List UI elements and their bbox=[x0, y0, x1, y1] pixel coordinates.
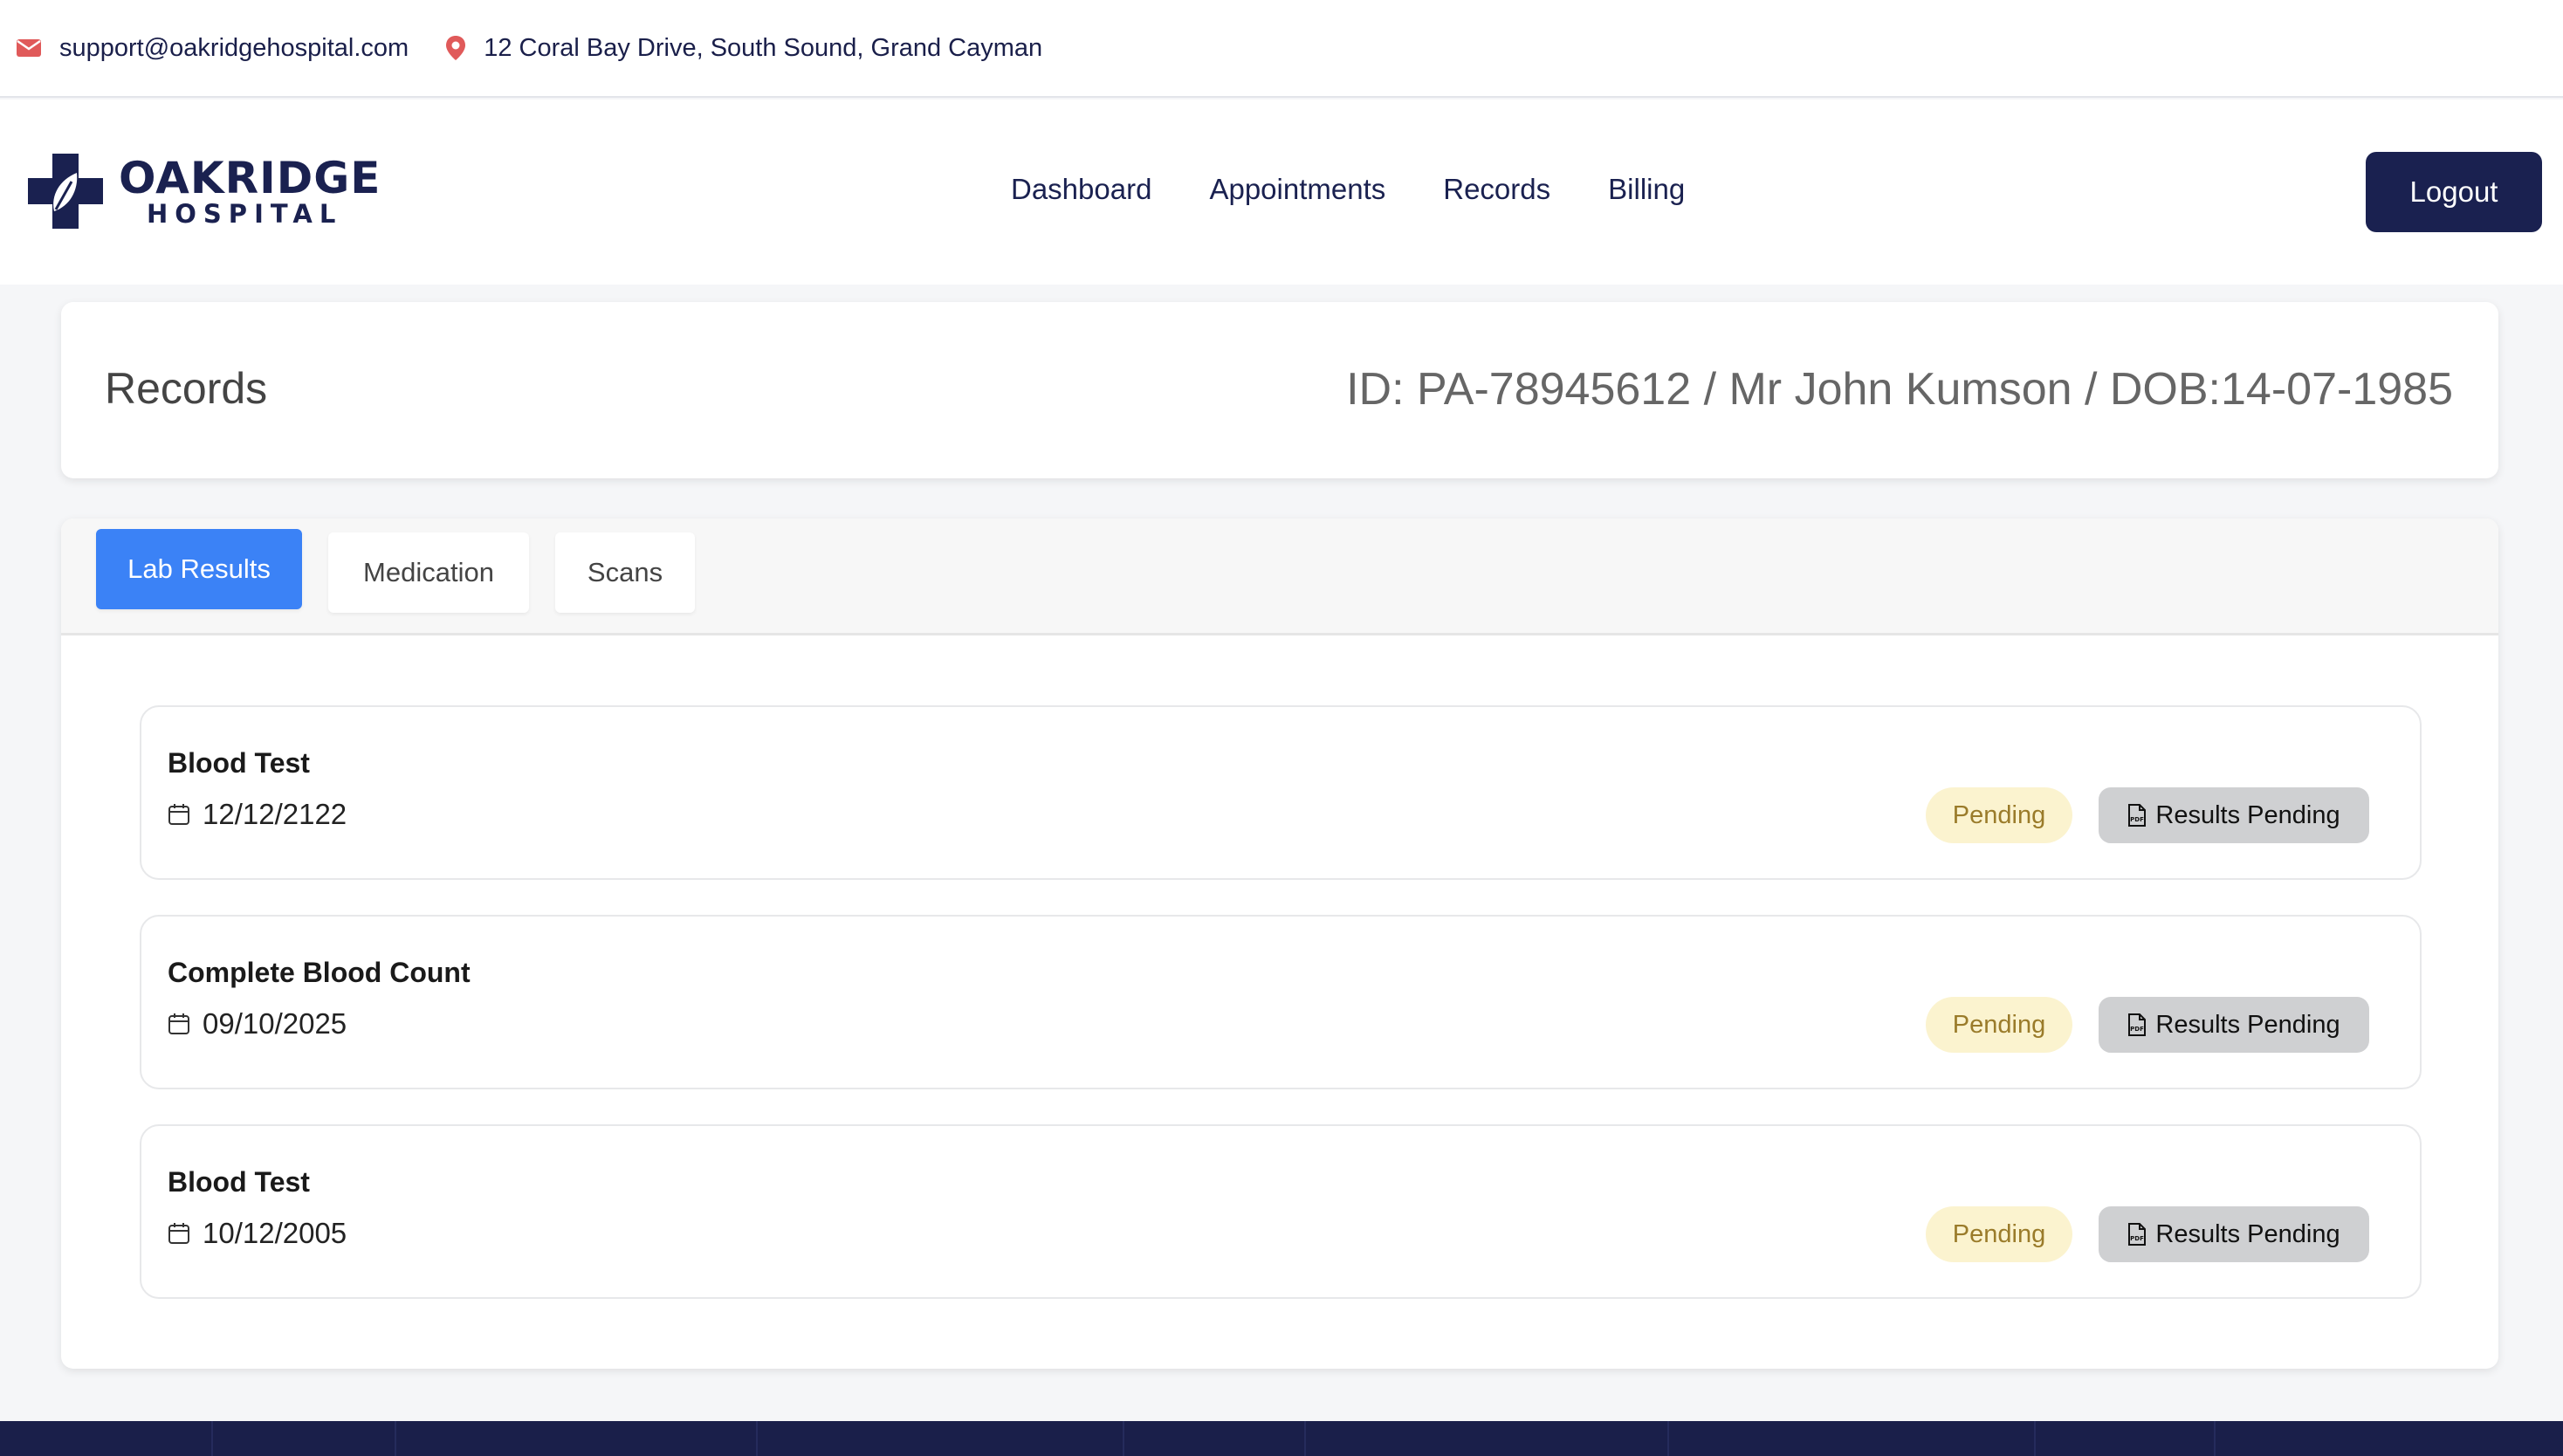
contact-address: 12 Coral Bay Drive, South Sound, Grand C… bbox=[445, 34, 1042, 63]
results-pending-button[interactable]: PDF Results Pending bbox=[2099, 787, 2369, 843]
footer-divider bbox=[2034, 1421, 2036, 1456]
map-pin-icon bbox=[446, 36, 466, 60]
record-date: 12/12/2122 bbox=[168, 798, 347, 831]
hospital-logo[interactable]: OAKRIDGE HOSPITAL bbox=[28, 154, 381, 229]
results-pending-label: Results Pending bbox=[2155, 1219, 2340, 1248]
nav-dashboard[interactable]: Dashboard bbox=[1011, 173, 1151, 206]
contact-bar: support@oakridgehospital.com 12 Coral Ba… bbox=[0, 0, 2563, 98]
record-title: Blood Test bbox=[168, 747, 310, 779]
page-title: Records bbox=[105, 364, 268, 413]
record-item: Blood Test 12/12/2122 Pending PDF Result… bbox=[140, 705, 2422, 880]
contact-address-text: 12 Coral Bay Drive, South Sound, Grand C… bbox=[484, 33, 1043, 62]
results-pending-label: Results Pending bbox=[2155, 800, 2340, 829]
results-pending-button[interactable]: PDF Results Pending bbox=[2099, 1206, 2369, 1262]
brand-name: OAKRIDGE bbox=[119, 152, 381, 203]
logout-button[interactable]: Logout bbox=[2366, 152, 2542, 232]
record-item: Blood Test 10/12/2005 Pending PDF Result… bbox=[140, 1124, 2422, 1299]
envelope-icon bbox=[17, 39, 41, 57]
footer-divider bbox=[756, 1421, 758, 1456]
record-title: Blood Test bbox=[168, 1166, 310, 1198]
footer-divider bbox=[1304, 1421, 1306, 1456]
tab-lab-results[interactable]: Lab Results bbox=[96, 529, 302, 609]
tab-scans[interactable]: Scans bbox=[555, 532, 695, 613]
nav-appointments[interactable]: Appointments bbox=[1209, 173, 1385, 206]
status-badge: Pending bbox=[1926, 1206, 2072, 1262]
nav-records[interactable]: Records bbox=[1443, 173, 1550, 206]
record-item: Complete Blood Count 09/10/2025 Pending … bbox=[140, 915, 2422, 1089]
main-navbar: OAKRIDGE HOSPITAL Dashboard Appointments… bbox=[0, 100, 2563, 285]
pdf-file-icon: PDF bbox=[2128, 804, 2147, 827]
record-date-text: 12/12/2122 bbox=[203, 798, 347, 830]
svg-text:PDF: PDF bbox=[2131, 1235, 2145, 1242]
contact-email[interactable]: support@oakridgehospital.com bbox=[16, 34, 409, 63]
footer-divider bbox=[395, 1421, 396, 1456]
brand-sub: HOSPITAL bbox=[147, 198, 343, 229]
tab-medication[interactable]: Medication bbox=[328, 532, 529, 613]
nav-billing[interactable]: Billing bbox=[1608, 173, 1685, 206]
svg-text:PDF: PDF bbox=[2131, 1026, 2145, 1033]
record-tabs: Lab Results Medication Scans bbox=[61, 519, 2498, 635]
footer-divider bbox=[211, 1421, 213, 1456]
svg-text:PDF: PDF bbox=[2131, 816, 2145, 823]
pdf-file-icon: PDF bbox=[2128, 1223, 2147, 1246]
footer-divider bbox=[1667, 1421, 1669, 1456]
status-badge: Pending bbox=[1926, 787, 2072, 843]
contact-email-text: support@oakridgehospital.com bbox=[59, 33, 409, 62]
footer-divider bbox=[1123, 1421, 1124, 1456]
results-pending-button[interactable]: PDF Results Pending bbox=[2099, 997, 2369, 1053]
calendar-icon bbox=[168, 1223, 189, 1244]
footer-divider bbox=[2214, 1421, 2216, 1456]
record-title: Complete Blood Count bbox=[168, 957, 471, 988]
status-badge: Pending bbox=[1926, 997, 2072, 1053]
record-date-text: 10/12/2005 bbox=[203, 1217, 347, 1249]
calendar-icon bbox=[168, 804, 189, 825]
page-footer bbox=[0, 1421, 2563, 1456]
record-date-text: 09/10/2025 bbox=[203, 1007, 347, 1040]
patient-info: ID: PA-78945612 / Mr John Kumson / DOB:1… bbox=[1346, 364, 2453, 415]
records-header-card: Records ID: PA-78945612 / Mr John Kumson… bbox=[61, 302, 2498, 478]
calendar-icon bbox=[168, 1013, 189, 1034]
record-date: 10/12/2005 bbox=[168, 1217, 347, 1250]
nav-links: Dashboard Appointments Records Billing bbox=[1011, 173, 1742, 206]
results-pending-label: Results Pending bbox=[2155, 1010, 2340, 1039]
record-date: 09/10/2025 bbox=[168, 1007, 347, 1040]
pdf-file-icon: PDF bbox=[2128, 1013, 2147, 1036]
records-panel: Lab Results Medication Scans Blood Test … bbox=[61, 519, 2498, 1369]
cross-leaf-icon bbox=[28, 154, 103, 229]
